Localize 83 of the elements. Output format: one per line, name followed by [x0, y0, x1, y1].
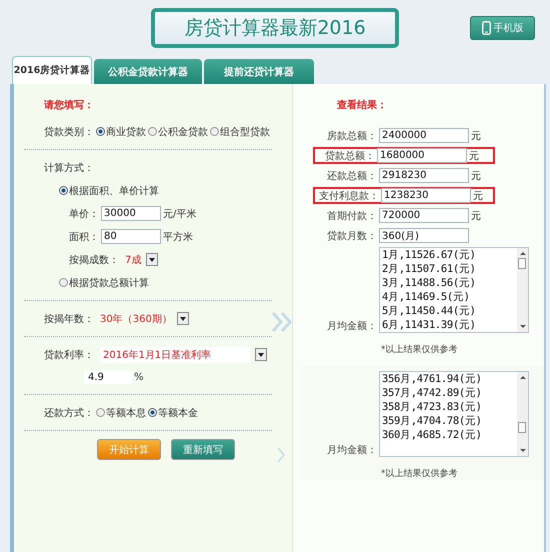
field-label: 计算方式：: [44, 162, 94, 174]
radio-label[interactable]: 商业贷款: [106, 124, 146, 138]
tab[interactable]: 2016房贷计算器: [12, 56, 92, 84]
unit-label: 元: [471, 170, 481, 182]
unit-label: 元: [471, 130, 481, 142]
input-field[interactable]: 80: [101, 229, 161, 244]
field-label: 支付利息款：: [319, 190, 379, 202]
disclaimer-note: *以上结果仅供参考: [381, 468, 458, 480]
field-label: 还款方式：: [44, 406, 94, 420]
schedule-line: 3月,11488.56(元): [382, 276, 477, 291]
field-label: 月均金额：: [326, 320, 377, 333]
radio-button[interactable]: [59, 186, 68, 195]
result-field[interactable]: 2400000: [379, 128, 469, 143]
scroll-down-icon[interactable]: [520, 324, 526, 329]
schedule-textarea[interactable]: 356月,4761.94(元) 357月,4742.89(元) 358月,4723.83(元) 359月,4704.78(元) 360月,4685.72(元): [379, 371, 529, 457]
schedule-textarea[interactable]: 1月,11526.67(元) 2月,11507.61(元) 3月,11488.56(元) 4月,11469.5(元) 5月,11450.44(元) 6月,11431.39(元): [379, 247, 529, 333]
radio-button[interactable]: [148, 127, 157, 136]
field-label: 月均金额：: [326, 444, 377, 457]
results-heading: 查看结果：: [337, 98, 388, 113]
unit-label: 元: [473, 190, 483, 202]
scroll-thumb[interactable]: [518, 258, 526, 269]
radio-button[interactable]: [96, 408, 105, 417]
scroll-down-icon[interactable]: [520, 448, 526, 453]
radio-label[interactable]: 根据贷款总额计算: [69, 276, 149, 290]
field-label: 房款总额：: [326, 130, 377, 142]
field-label: 首期付款：: [326, 210, 377, 222]
form-heading: 请您填写：: [44, 98, 95, 113]
unit-label: 元: [471, 210, 481, 222]
page-title: 房贷计算器最新2016: [151, 8, 399, 48]
field-label: 单价：: [69, 208, 99, 220]
schedule-line: 5月,11450.44(元): [382, 304, 477, 319]
phone-icon: [482, 21, 490, 35]
input-field[interactable]: 30000: [101, 206, 161, 221]
schedule-line: 2月,11507.61(元): [382, 262, 477, 277]
radio-label[interactable]: 等额本金: [158, 406, 198, 420]
scroll-thumb[interactable]: [518, 422, 526, 433]
dropdown-value[interactable]: 30年（360期）: [100, 312, 172, 326]
unit-label: 元/平米: [163, 208, 196, 220]
field-label: 贷款利率：: [44, 348, 94, 362]
schedule-line: 4月,11469.5(元): [382, 290, 471, 305]
unit-label: 平方米: [163, 230, 193, 244]
schedule-line: 356月,4761.94(元): [382, 373, 483, 387]
result-field[interactable]: 720000: [379, 208, 469, 223]
disclaimer-note: *以上结果仅供参考: [381, 344, 458, 356]
field-label: 贷款类别：: [44, 126, 94, 138]
scrollbar[interactable]: [517, 372, 528, 456]
radio-label[interactable]: 根据面积、单价计算: [69, 184, 159, 198]
schedule-line: 357月,4742.89(元): [382, 386, 483, 401]
schedule-line: 1月,11526.67(元): [382, 249, 477, 263]
chevron-icon: [277, 447, 285, 463]
schedule-line: 360月,4685.72(元): [382, 428, 483, 443]
radio-button[interactable]: [148, 408, 157, 417]
rate-dropdown[interactable]: 2016年1月1日基准利率: [100, 346, 250, 362]
field-label: 按揭成数：: [69, 254, 119, 266]
field-label: 还款总额：: [326, 170, 377, 182]
schedule-line: 359月,4704.78(元): [382, 414, 483, 429]
result-field[interactable]: 1238230: [381, 188, 471, 203]
scroll-up-icon[interactable]: [520, 375, 526, 380]
tab[interactable]: 提前还贷计算器: [204, 59, 314, 84]
result-field[interactable]: 360(月): [379, 228, 469, 243]
scrollbar[interactable]: [517, 248, 528, 332]
radio-label[interactable]: 等额本息: [106, 406, 146, 420]
double-chevron-icon: [272, 312, 294, 332]
field-label: 按揭年数：: [44, 312, 94, 326]
radio-button[interactable]: [210, 127, 219, 136]
field-label: 贷款月数：: [326, 230, 377, 242]
schedule-line: 358月,4723.83(元): [382, 400, 483, 415]
dropdown-value[interactable]: 7成: [125, 252, 142, 266]
result-field[interactable]: 2918230: [379, 168, 469, 183]
radio-label[interactable]: 组合型贷款: [220, 124, 270, 138]
unit-label: 元: [469, 150, 479, 162]
radio-label[interactable]: 公积金贷款: [158, 124, 208, 138]
radio-button[interactable]: [59, 278, 68, 287]
rate-input-field[interactable]: 4.9: [84, 370, 132, 384]
reset-button[interactable]: 重新填写: [171, 439, 235, 460]
scroll-up-icon[interactable]: [520, 251, 526, 256]
field-label: 贷款总额：: [324, 150, 375, 162]
tab[interactable]: 公积金贷款计算器: [94, 59, 202, 84]
field-label: 面积：: [69, 230, 99, 244]
result-field[interactable]: 1680000: [377, 148, 467, 163]
radio-button[interactable]: [96, 127, 105, 136]
unit-label: %: [134, 372, 144, 382]
schedule-line: 6月,11431.39(元): [382, 318, 477, 332]
